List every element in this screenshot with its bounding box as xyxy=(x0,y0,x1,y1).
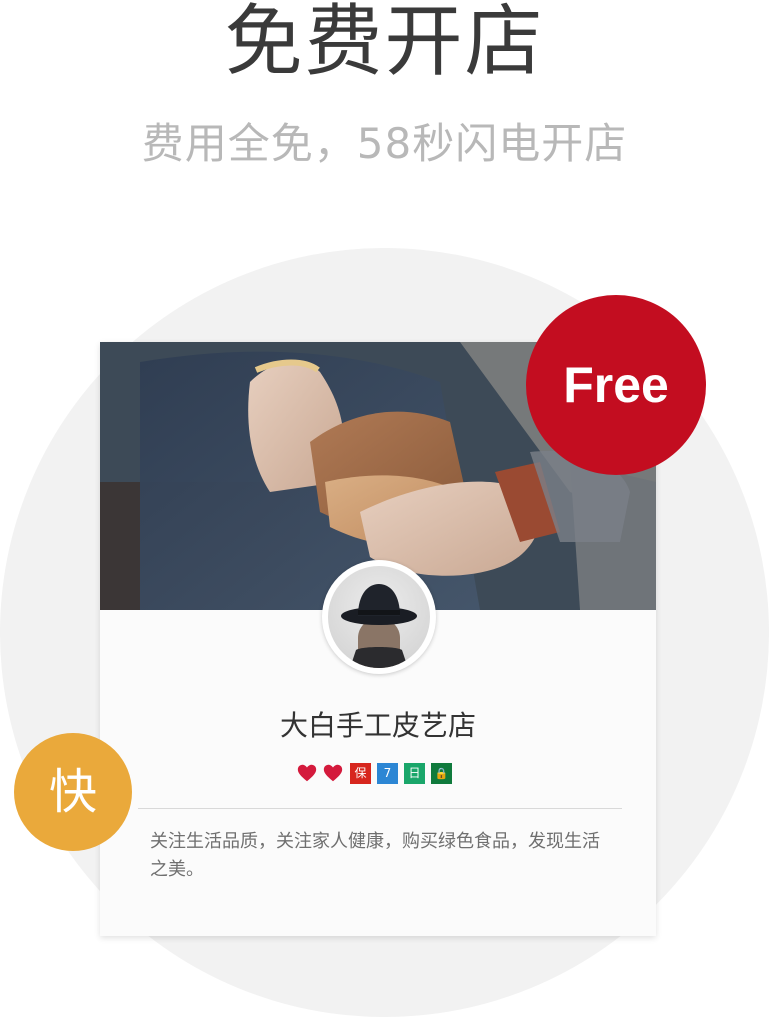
calendar-badge: 日 xyxy=(404,762,425,784)
free-badge: Free xyxy=(526,295,706,475)
heart-icon xyxy=(323,764,343,782)
store-name: 大白手工皮艺店 xyxy=(279,709,476,742)
heart-icon xyxy=(297,764,317,782)
page-subtitle: 费用全免，58秒闪电开店 xyxy=(141,119,628,168)
avatar xyxy=(328,566,430,668)
store-avatar[interactable] xyxy=(322,560,436,674)
page-title: 免费开店 xyxy=(224,0,545,87)
promo-page: 免费开店 费用全免，58秒闪电开店 大白手工皮艺店 保 7 日 🔒 关注生活品质… xyxy=(0,0,769,1020)
seven-day-return-badge: 7 xyxy=(377,762,398,784)
lock-badge: 🔒 xyxy=(431,762,452,784)
divider xyxy=(138,808,622,809)
store-badges: 保 7 日 🔒 xyxy=(296,762,452,784)
store-description: 关注生活品质，关注家人健康，购买绿色食品，发现生活之美。 xyxy=(150,831,600,880)
fast-badge: 快 xyxy=(14,733,132,851)
hat-person-icon xyxy=(341,584,417,668)
guarantee-badge: 保 xyxy=(350,762,371,784)
